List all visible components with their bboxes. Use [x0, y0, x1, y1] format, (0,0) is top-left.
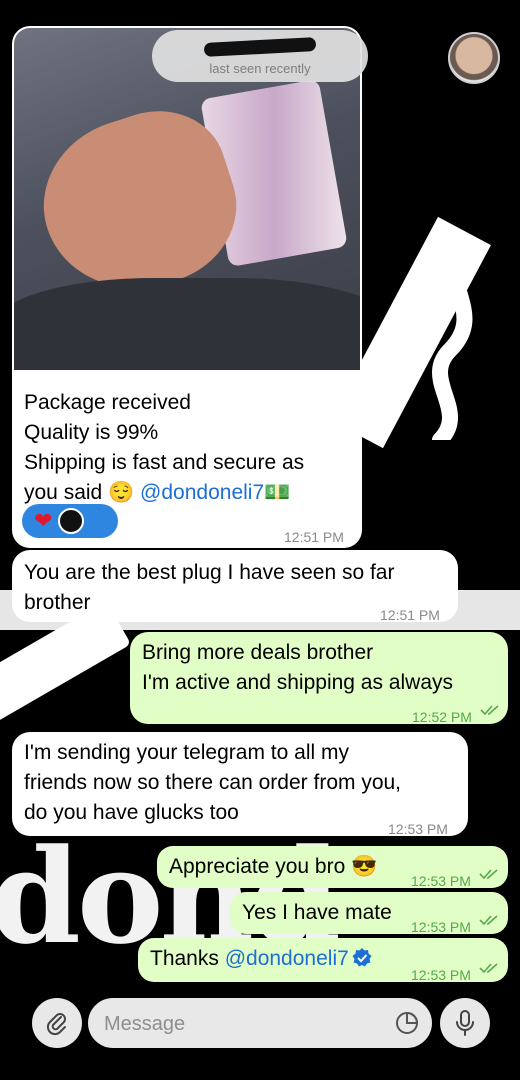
redacted-contact-name	[203, 37, 317, 57]
message-time: 12:53 PM	[388, 821, 448, 837]
message-line: Package received	[24, 391, 191, 414]
message-field[interactable]	[88, 998, 432, 1050]
sticker-icon[interactable]	[394, 1010, 420, 1036]
message-time: 12:51 PM	[284, 529, 344, 545]
heart-reaction-icon: ❤	[34, 508, 53, 533]
voice-record-button[interactable]	[440, 998, 490, 1048]
photo-bag	[14, 278, 360, 370]
message-text: Package received Quality is 99% Shipping…	[24, 388, 354, 508]
read-ticks-icon	[479, 915, 498, 926]
outgoing-message[interactable]: Yes I have mate 12:53 PM	[230, 892, 508, 935]
read-ticks-icon	[479, 869, 498, 880]
reactor-avatar	[58, 508, 85, 534]
money-emoji: 💵	[264, 481, 291, 504]
mention-link[interactable]: @dondoneli7	[225, 947, 349, 970]
last-seen-status: last seen recently	[209, 61, 311, 76]
message-line: I'm sending your telegram to all my	[24, 741, 349, 764]
message-line: friends now so there can order from you,	[24, 771, 402, 794]
paperclip-icon	[46, 1013, 66, 1036]
photo-message[interactable]: Package received Quality is 99% Shipping…	[12, 26, 362, 548]
message-time: 12:52 PM	[412, 709, 472, 725]
read-ticks-icon	[479, 963, 498, 974]
incoming-message[interactable]: You are the best plug I have seen so far…	[12, 550, 458, 623]
contact-avatar[interactable]	[448, 32, 500, 84]
microphone-icon	[456, 1010, 474, 1036]
outgoing-message[interactable]: Thanks @dondoneli7 12:53 PM	[138, 938, 508, 983]
message-input[interactable]	[102, 998, 386, 1050]
attach-button[interactable]	[32, 998, 82, 1048]
outgoing-message[interactable]: Bring more deals brother I'm active and …	[130, 632, 508, 725]
message-time: 12:53 PM	[411, 967, 471, 983]
message-line: Bring more deals brother	[142, 641, 374, 664]
message-line-text: Thanks	[150, 947, 225, 970]
read-ticks-icon	[480, 705, 499, 716]
message-line: Shipping is fast and secure as	[24, 451, 305, 474]
verified-badge-icon	[352, 948, 372, 967]
message-line: Quality is 99%	[24, 421, 159, 444]
message-line-text: you said 😌	[24, 481, 141, 504]
message-line: I'm active and shipping as always	[142, 671, 454, 694]
outgoing-message[interactable]: Appreciate you bro 😎 12:53 PM	[157, 846, 508, 889]
mention-link[interactable]: @dondoneli7	[140, 481, 264, 504]
message-line: You are the best plug I have seen so far	[24, 561, 395, 584]
chat-title[interactable]: last seen recently	[152, 30, 368, 82]
incoming-message[interactable]: I'm sending your telegram to all my frie…	[12, 732, 468, 837]
message-time: 12:51 PM	[380, 607, 440, 623]
reaction-pill[interactable]: ❤	[22, 504, 118, 538]
